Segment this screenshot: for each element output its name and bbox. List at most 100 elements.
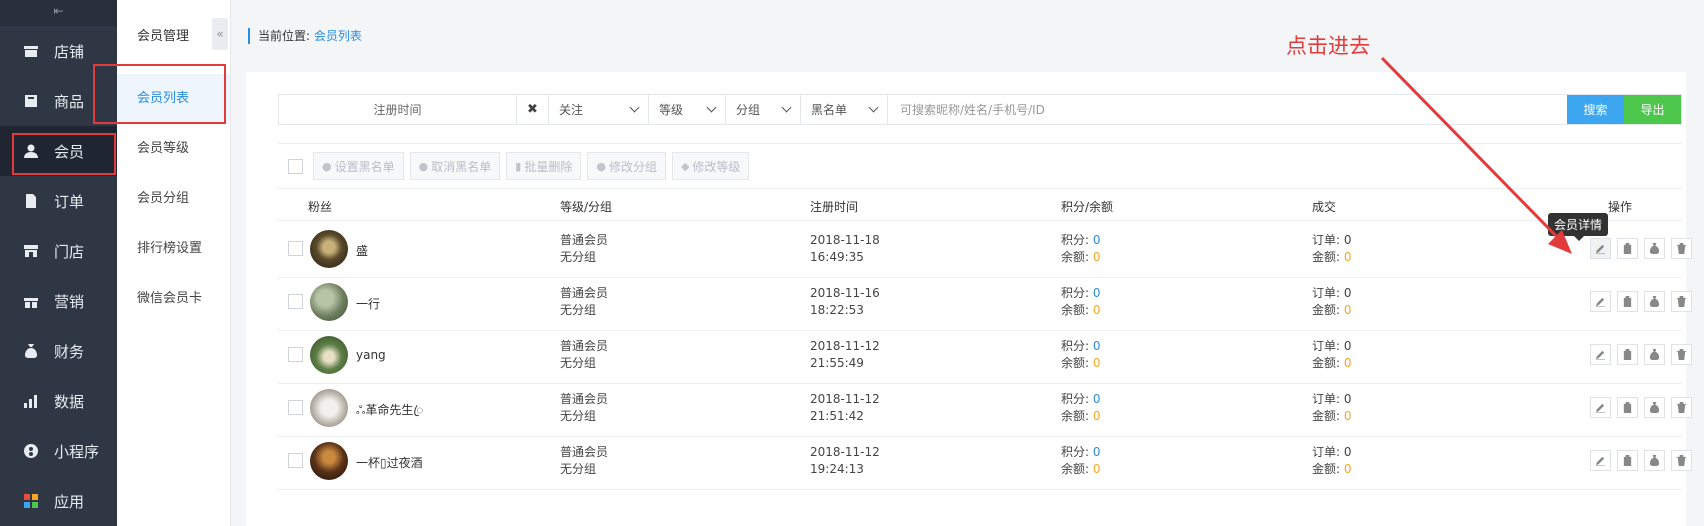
member-detail-button[interactable] — [1590, 344, 1611, 365]
bar-chart-icon — [22, 392, 40, 410]
member-detail-button[interactable] — [1590, 450, 1611, 471]
delete-button[interactable] — [1671, 344, 1692, 365]
row-checkbox[interactable] — [288, 241, 303, 256]
submenu-item-member-group[interactable]: 会员分组 — [117, 174, 230, 224]
member-detail-button[interactable] — [1590, 238, 1611, 259]
register-time: 21:55:49 — [810, 356, 864, 370]
balance-value[interactable]: 0 — [1093, 356, 1101, 370]
trash-icon — [1676, 402, 1687, 413]
delete-button[interactable] — [1671, 291, 1692, 312]
points-balance-cell: 积分: 0 余额: 0 — [1061, 444, 1101, 478]
balance-value[interactable]: 0 — [1093, 409, 1101, 423]
register-date-filter[interactable]: 注册时间 — [279, 95, 517, 124]
clear-date-icon[interactable]: ✖ — [517, 95, 549, 124]
nav-item-shops[interactable]: 门店 — [0, 226, 117, 276]
group-select[interactable]: 分组 — [726, 95, 801, 124]
nav-item-finance[interactable]: 财务 — [0, 326, 117, 376]
balance-value[interactable]: 0 — [1093, 462, 1101, 476]
deals-cell: 订单: 0 金额: 0 — [1312, 338, 1352, 372]
member-nickname: yang — [356, 348, 386, 362]
set-blacklist-button[interactable]: ● 设置黑名单 — [313, 152, 404, 180]
submenu-item-member-level[interactable]: 会员等级 — [117, 124, 230, 174]
delete-button[interactable] — [1671, 397, 1692, 418]
money-bag-icon — [1649, 296, 1660, 307]
collapse-nav-icon[interactable]: ⇤ — [0, 0, 117, 26]
set-blacklist-label: 设置黑名单 — [334, 159, 395, 174]
orders-value: 0 — [1343, 286, 1352, 300]
member-nickname: 一杯▯过夜酒 — [356, 456, 423, 470]
register-time-cell: 2018-11-12 19:24:13 — [810, 444, 880, 478]
row-checkbox[interactable] — [288, 347, 303, 362]
trash-icon — [1676, 243, 1687, 254]
member-submenu: 会员管理 会员列表 会员等级 会员分组 排行榜设置 微信会员卡 — [93, 0, 231, 526]
points-value[interactable]: 0 — [1093, 233, 1101, 247]
balance-value[interactable]: 0 — [1093, 250, 1101, 264]
recharge-button[interactable] — [1644, 397, 1665, 418]
export-button[interactable]: 导出 — [1624, 95, 1681, 124]
row-checkbox[interactable] — [288, 453, 303, 468]
nav-item-apps[interactable]: 应用 — [0, 476, 117, 526]
select-all-checkbox[interactable] — [288, 158, 303, 174]
user-icon: ● — [322, 159, 332, 173]
record-button[interactable] — [1617, 291, 1638, 312]
row-checkbox[interactable] — [288, 400, 303, 415]
balance-value[interactable]: 0 — [1093, 303, 1101, 317]
level-select[interactable]: 等级 — [649, 95, 726, 124]
recharge-button[interactable] — [1644, 238, 1665, 259]
points-value[interactable]: 0 — [1093, 392, 1101, 406]
submenu-item-wechat-card[interactable]: 微信会员卡 — [117, 274, 230, 324]
points-balance-cell: 积分: 0 余额: 0 — [1061, 391, 1101, 425]
nav-label: 应用 — [54, 492, 85, 511]
edit-level-button[interactable]: ◆ 修改等级 — [671, 152, 750, 180]
edit-group-button[interactable]: ● 修改分组 — [587, 152, 666, 180]
col-actions: 操作 — [1608, 200, 1633, 214]
delete-button[interactable] — [1671, 450, 1692, 471]
points-value[interactable]: 0 — [1093, 339, 1101, 353]
points-label: 积分: — [1061, 339, 1090, 353]
money-bag-icon — [22, 342, 40, 360]
search-button[interactable]: 搜索 — [1567, 95, 1624, 124]
blacklist-select[interactable]: 黑名单 — [801, 95, 888, 124]
annotation-text: 点击进去 — [1286, 34, 1370, 58]
delete-button[interactable] — [1671, 238, 1692, 259]
recharge-button[interactable] — [1644, 291, 1665, 312]
member-detail-button[interactable] — [1590, 397, 1611, 418]
submenu-item-member-list[interactable]: 会员列表 — [93, 64, 230, 124]
avatar — [310, 230, 348, 268]
register-time: 16:49:35 — [810, 250, 864, 264]
points-label: 积分: — [1061, 233, 1090, 247]
nav-item-marketing[interactable]: 营销 — [0, 276, 117, 326]
recharge-button[interactable] — [1644, 450, 1665, 471]
edit-icon — [1595, 456, 1606, 466]
record-button[interactable] — [1617, 238, 1638, 259]
recharge-button[interactable] — [1644, 344, 1665, 365]
nav-label: 数据 — [54, 392, 85, 411]
search-input[interactable]: 可搜索昵称/姓名/手机号/ID — [888, 95, 1567, 124]
nav-item-members[interactable]: 会员 — [0, 126, 117, 176]
batch-delete-button[interactable]: ▮ 批量删除 — [506, 152, 582, 180]
balance-label: 余额: — [1061, 462, 1090, 476]
record-button[interactable] — [1617, 344, 1638, 365]
amount-label: 金额: — [1312, 462, 1341, 476]
follow-select[interactable]: 关注 — [549, 95, 649, 124]
orders-label: 订单: — [1312, 392, 1341, 406]
nav-item-data[interactable]: 数据 — [0, 376, 117, 426]
nav-item-mini-program[interactable]: 小程序 — [0, 426, 117, 476]
row-checkbox[interactable] — [288, 294, 303, 309]
points-balance-cell: 积分: 0 余额: 0 — [1061, 285, 1101, 319]
nav-item-orders[interactable]: 订单 — [0, 176, 117, 226]
breadcrumb-current[interactable]: 会员列表 — [314, 29, 362, 43]
member-detail-button[interactable] — [1590, 291, 1611, 312]
collapse-submenu-icon[interactable]: « — [212, 18, 228, 50]
points-value[interactable]: 0 — [1093, 286, 1101, 300]
unset-blacklist-button[interactable]: ● 取消黑名单 — [409, 152, 501, 180]
submenu-item-leaderboard[interactable]: 排行榜设置 — [117, 224, 230, 274]
record-button[interactable] — [1617, 397, 1638, 418]
clipboard-icon — [1623, 243, 1632, 254]
edit-group-label: 修改分组 — [608, 159, 657, 174]
register-time: 19:24:13 — [810, 462, 864, 476]
points-value[interactable]: 0 — [1093, 445, 1101, 459]
layers-icon: ◆ — [680, 159, 690, 173]
record-button[interactable] — [1617, 450, 1638, 471]
trash-icon — [1676, 296, 1687, 307]
